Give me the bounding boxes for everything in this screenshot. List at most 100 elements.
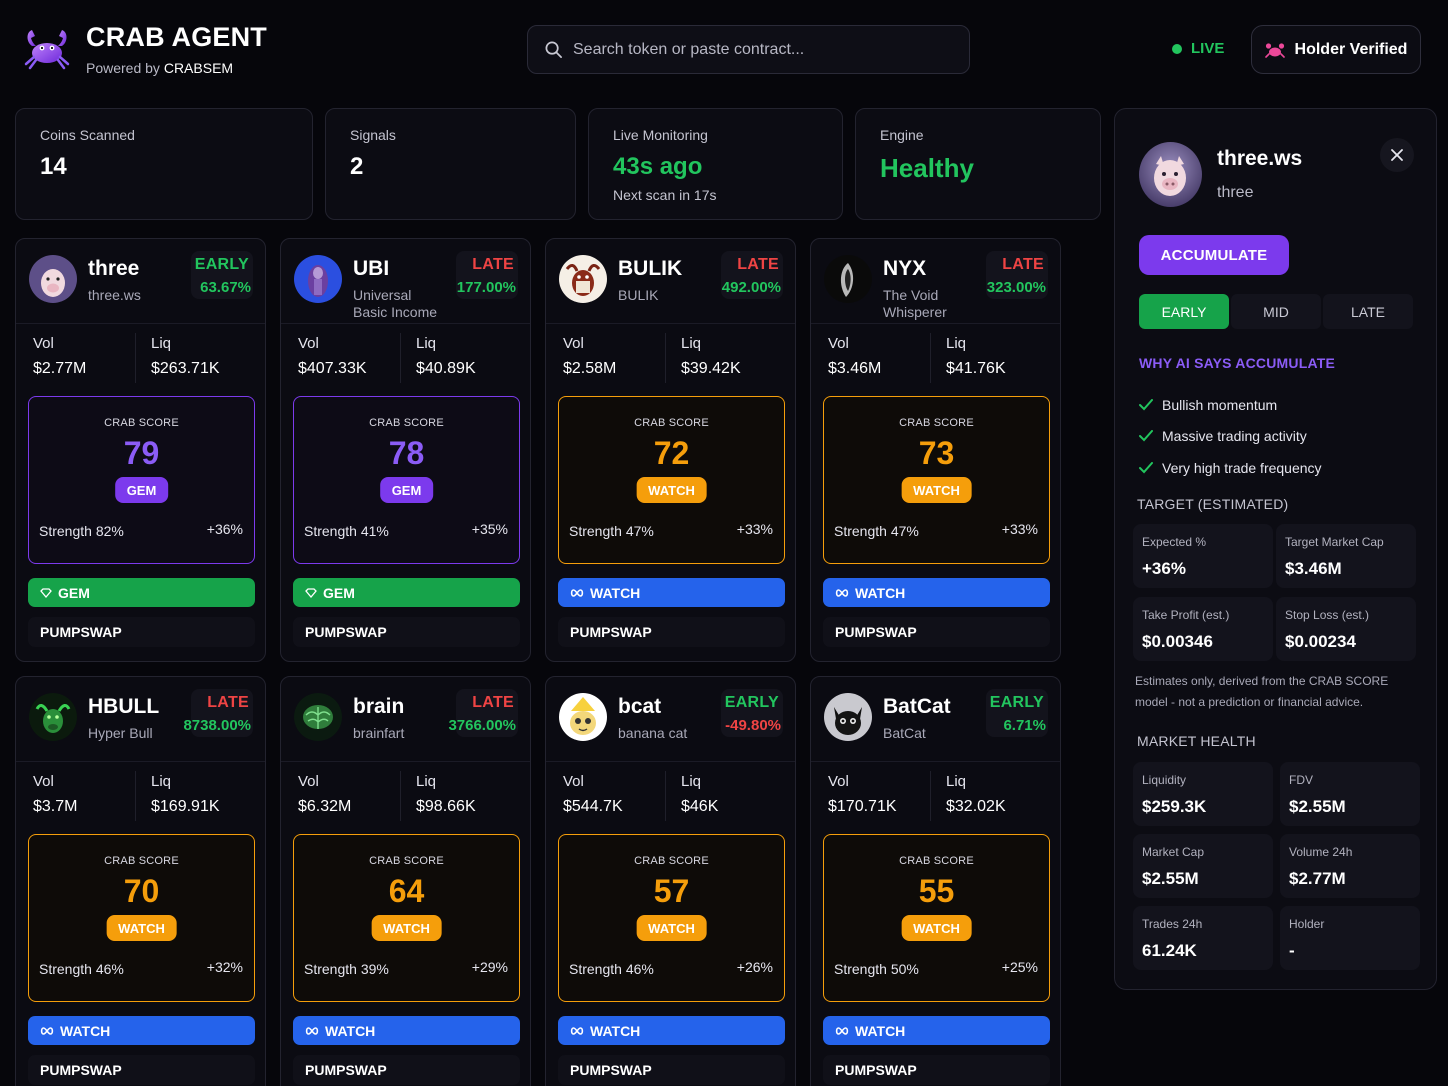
crab-score-label: CRAB SCORE [634,855,709,867]
dex-tag[interactable]: PUMPSWAP [823,617,1050,647]
holder-tile: Holder - [1280,906,1420,970]
watch-button[interactable]: WATCH [558,578,785,607]
infinity-icon [835,1026,849,1035]
coin-card[interactable]: BULIK BULIK LATE 492.00% Vol Liq $2.58M … [545,238,796,662]
divider [16,323,265,324]
phase-change-pct: 323.00% [986,279,1046,296]
fdv-tile: FDV $2.55M [1280,762,1420,826]
coin-card[interactable]: brain brainfart LATE 3766.00% Vol Liq $6… [280,676,531,1086]
strength-label: Strength [304,961,357,977]
diamond-icon [305,587,317,598]
coin-card[interactable]: BatCat BatCat EARLY 6.71% Vol Liq $170.7… [810,676,1061,1086]
reasons-list: Bullish momentum Massive trading activit… [1139,389,1322,484]
tab-early[interactable]: EARLY [1139,294,1229,329]
coin-card[interactable]: UBI Universal Basic Income LATE 177.00% … [280,238,531,662]
gem-button[interactable]: GEM [293,578,520,607]
coin-avatar [824,255,872,303]
coin-subtitle: brainfart [353,725,405,741]
dex-tag[interactable]: PUMPSWAP [293,1055,520,1085]
stat-value: 2 [350,153,364,180]
tile-label: FDV [1289,773,1313,787]
stat-label: Signals [350,127,396,143]
vol-label: Vol [828,335,849,352]
vol-label: Vol [298,773,319,790]
powered-by-prefix: Powered by [86,60,160,76]
coin-subtitle: The Void Whisperer [883,287,947,320]
vol-value: $2.77M [33,360,87,377]
upside-value: +29% [471,959,508,975]
stat-value: Healthy [880,153,974,183]
watch-button[interactable]: WATCH [293,1016,520,1045]
liq-label: Liq [151,335,172,352]
dex-tag[interactable]: PUMPSWAP [558,1055,785,1085]
tile-label: Volume 24h [1289,845,1353,859]
crab-icon [1264,42,1285,58]
powered-by: Powered by CRABSEM [86,60,233,76]
stat-signals: Signals 2 [325,108,576,220]
action-label: WATCH [325,1022,376,1039]
infinity-icon [570,588,584,597]
tab-mid[interactable]: MID [1231,294,1321,329]
divider [665,771,666,821]
vol-value: $3.46M [828,360,882,377]
crab-score-label: CRAB SCORE [899,855,974,867]
tab-late[interactable]: LATE [1323,294,1413,329]
crab-score-box: CRAB SCORE 73 WATCH Strength 47% +33% [823,396,1050,564]
strength-value: 47% [625,523,654,539]
strength-label: Strength [39,523,92,539]
watch-button[interactable]: WATCH [823,578,1050,607]
watch-button[interactable]: WATCH [558,1016,785,1045]
tile-label: Liquidity [1142,773,1187,787]
coin-avatar [559,255,607,303]
market-cap-tile: Market Cap $2.55M [1133,834,1273,898]
coin-subtitle: BatCat [883,725,926,741]
liq-label: Liq [416,335,437,352]
coin-card[interactable]: bcat banana cat EARLY -49.80% Vol Liq $5… [545,676,796,1086]
coin-card[interactable]: three three.ws EARLY 63.67% Vol Liq $2.7… [15,238,266,662]
upside-value: +26% [736,959,773,975]
liq-label: Liq [681,773,702,790]
strength-label: Strength [304,523,357,539]
dex-label: PUMPSWAP [570,1062,652,1078]
upside-value: +33% [1001,521,1038,537]
coin-card[interactable]: HBULL Hyper Bull LATE 8738.00% Vol Liq $… [15,676,266,1086]
diamond-icon [40,587,52,598]
holder-verified-label: Holder Verified [1294,40,1408,58]
dex-tag[interactable]: PUMPSWAP [558,617,785,647]
dex-tag[interactable]: PUMPSWAP [823,1055,1050,1085]
liq-label: Liq [946,773,967,790]
phase-label: EARLY [724,694,779,711]
vol-value: $407.33K [298,360,367,377]
coin-avatar [294,693,342,741]
phase-label: LATE [737,256,779,273]
coin-name: HBULL [88,695,160,718]
holder-verified-button[interactable]: Holder Verified [1251,25,1421,74]
volume-24h-tile: Volume 24h $2.77M [1280,834,1420,898]
coin-subtitle: three.ws [88,287,141,303]
watch-button[interactable]: WATCH [28,1016,255,1045]
search-box[interactable] [527,25,970,74]
coin-name: BULIK [618,257,683,280]
coin-name: three [88,257,140,280]
coin-avatar [824,693,872,741]
signal-accumulate-badge[interactable]: ACCUMULATE [1139,235,1289,275]
coin-name: brain [353,695,405,718]
reason-item: Very high trade frequency [1139,452,1322,484]
crab-score-label: CRAB SCORE [634,417,709,429]
strength-text: Strength 41% [304,523,389,539]
liq-value: $39.42K [681,360,741,377]
coin-card[interactable]: NYX The Void Whisperer LATE 323.00% Vol … [810,238,1061,662]
close-button[interactable] [1380,138,1414,172]
dex-tag[interactable]: PUMPSWAP [28,617,255,647]
watch-button[interactable]: WATCH [823,1016,1050,1045]
strength-value: 46% [95,961,124,977]
dex-tag[interactable]: PUMPSWAP [293,617,520,647]
gem-button[interactable]: GEM [28,578,255,607]
action-label: WATCH [590,1022,641,1039]
tile-value: 61.24K [1142,941,1197,960]
liq-value: $46K [681,798,719,815]
search-input[interactable] [573,40,953,59]
phase-label: EARLY [194,256,249,273]
dex-tag[interactable]: PUMPSWAP [28,1055,255,1085]
coin-avatar [29,693,77,741]
